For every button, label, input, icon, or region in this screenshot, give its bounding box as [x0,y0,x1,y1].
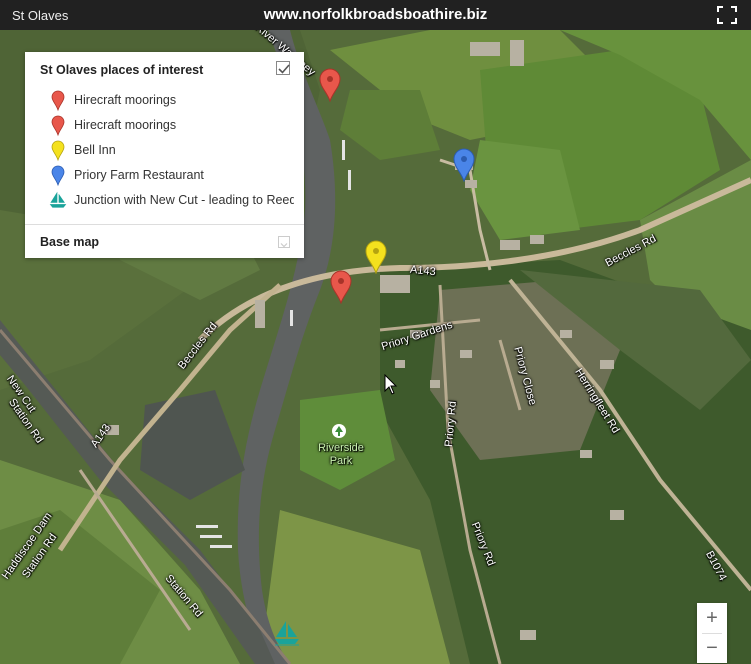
legend-item-priory-farm-restaurant[interactable]: Priory Farm Restaurant [51,165,301,187]
hirecraft-moorings-north-marker[interactable] [319,68,341,107]
red-pin-icon [51,90,65,112]
zoom-controls: + − [697,603,727,663]
chevron-down-icon [280,243,288,248]
label-a143: A143 [409,263,437,279]
zoom-in-button[interactable]: + [697,603,727,633]
mouse-cursor-icon [384,373,398,401]
legend-item-hirecraft-moorings-2[interactable]: Hirecraft moorings [51,115,301,137]
map-header: St Olaves www.norfolkbroadsboathire.biz [0,0,751,30]
base-map-label: Base map [40,235,100,249]
hirecraft-moorings-south-marker[interactable] [330,270,352,309]
legend-layer-checkbox[interactable] [276,61,290,75]
fullscreen-icon[interactable] [717,6,737,24]
legend-divider [25,224,304,225]
new-cut-junction-boat-marker[interactable] [274,620,300,651]
bell-inn-marker[interactable] [365,240,387,279]
yellow-pin-icon [51,140,65,162]
red-pin-icon [51,115,65,137]
legend-item-hirecraft-moorings-1[interactable]: Hirecraft moorings [51,90,301,112]
legend-item-new-cut-junction[interactable]: Junction with New Cut - leading to Reedh… [49,190,301,212]
legend-item-label: Hirecraft moorings [74,118,177,132]
legend-item-label: Hirecraft moorings [74,93,177,107]
legend-item-label: Junction with New Cut - leading to Reedh… [74,193,294,207]
legend-title: St Olaves places of interest [40,63,204,77]
blue-pin-icon [51,165,65,187]
legend-item-bell-inn[interactable]: Bell Inn [51,140,301,162]
zoom-out-button[interactable]: − [697,633,727,663]
tree-icon [332,424,346,443]
legend-item-label: Bell Inn [74,143,116,157]
legend-item-label: Priory Farm Restaurant [74,168,204,182]
legend-panel: St Olaves places of interest Hirecraft m… [25,52,304,258]
boat-icon [49,191,67,208]
label-riverside-park: Riverside Park [318,442,364,467]
priory-farm-restaurant-marker[interactable] [453,148,475,187]
base-map-toggle[interactable] [278,236,290,248]
site-url[interactable]: www.norfolkbroadsboathire.biz [0,6,751,23]
